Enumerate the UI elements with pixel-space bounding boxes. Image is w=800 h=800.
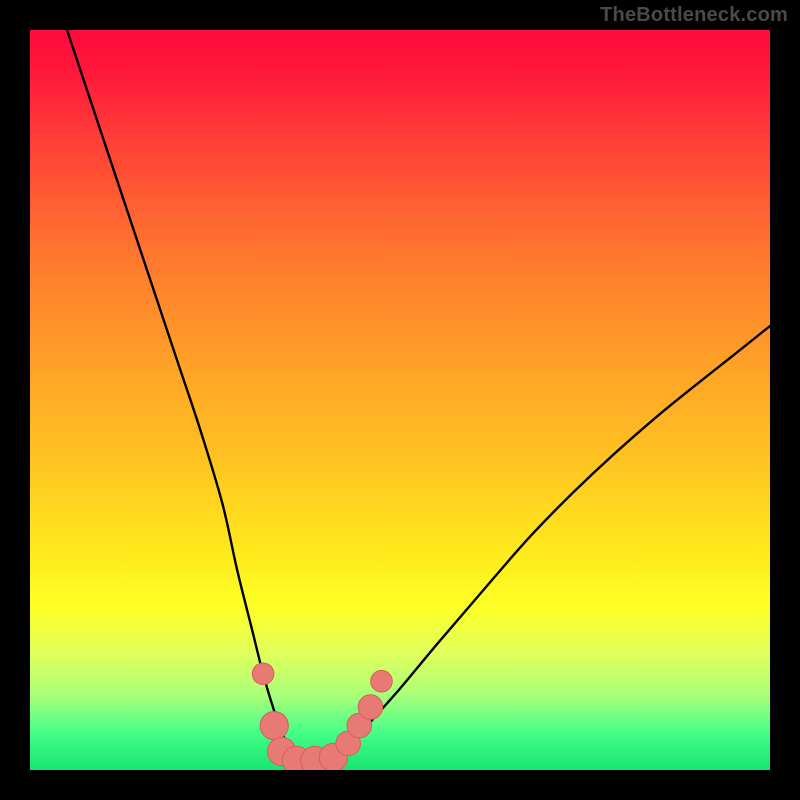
chart-frame: TheBottleneck.com (0, 0, 800, 800)
data-markers (252, 663, 392, 770)
plot-area (30, 30, 770, 770)
bottleneck-curve (67, 30, 770, 764)
data-marker (358, 695, 383, 720)
data-marker (252, 663, 274, 685)
chart-svg (30, 30, 770, 770)
data-marker (371, 670, 393, 692)
watermark-text: TheBottleneck.com (600, 4, 788, 27)
data-marker (260, 711, 288, 739)
